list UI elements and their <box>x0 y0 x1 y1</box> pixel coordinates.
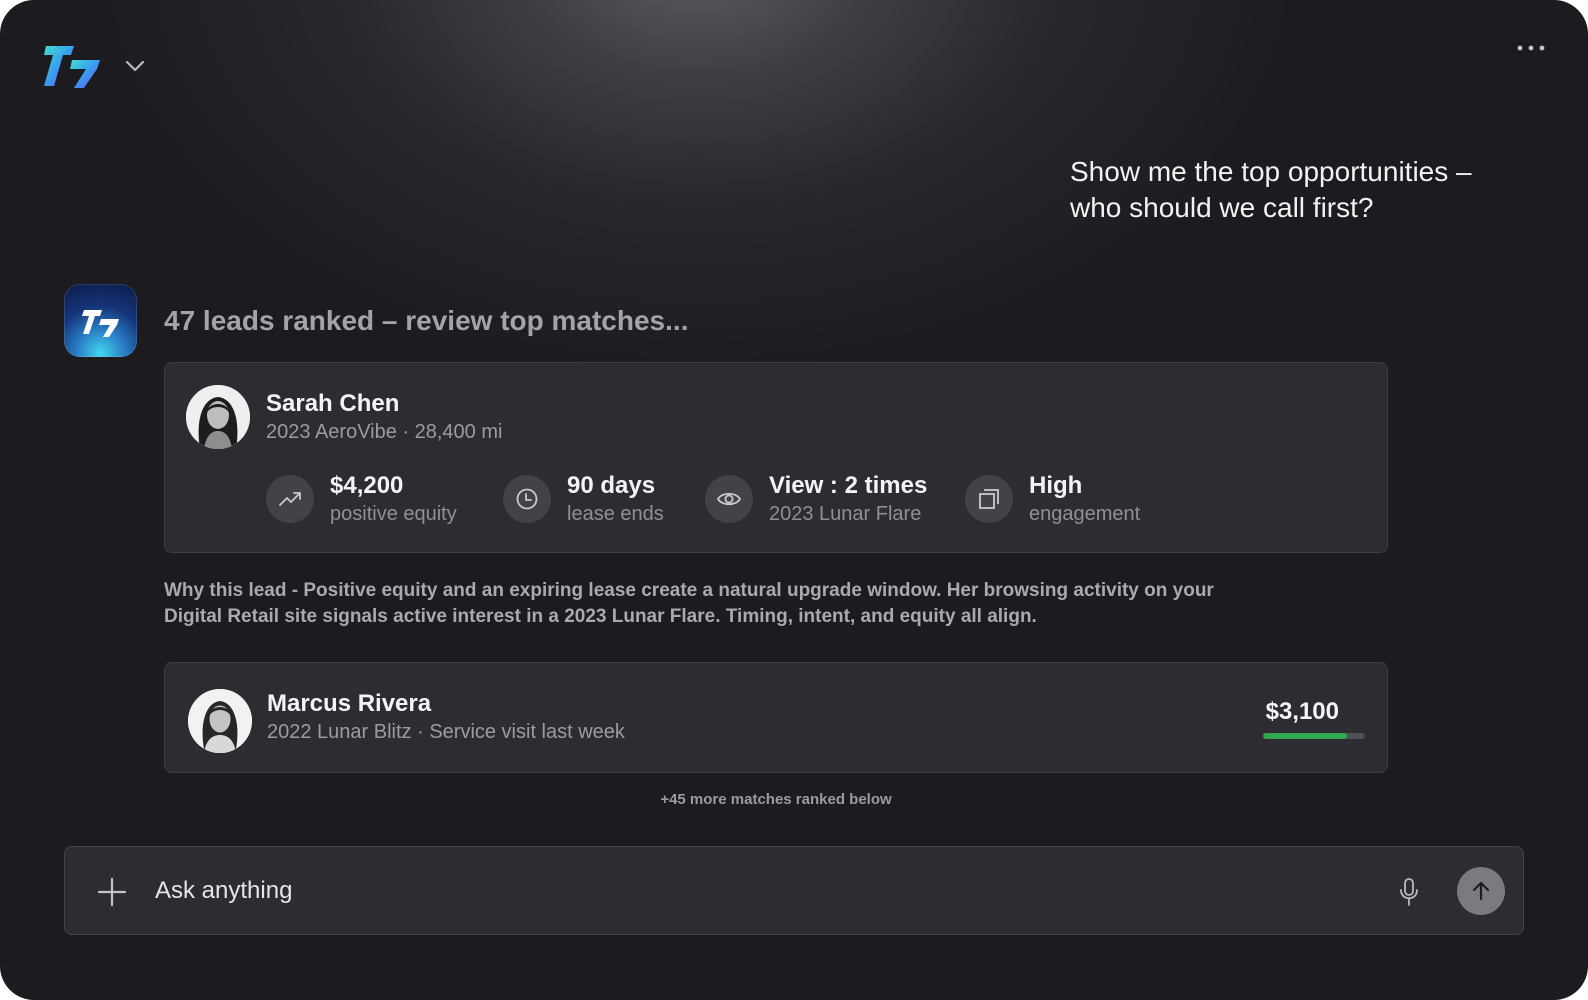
trending-up-icon <box>266 475 314 523</box>
plus-icon[interactable] <box>97 877 127 907</box>
more-matches-link[interactable]: +45 more matches ranked below <box>164 790 1388 810</box>
lead-explanation: Why this lead - Positive equity and an e… <box>164 580 1214 627</box>
chat-composer <box>64 846 1524 935</box>
metric-label: positive equity <box>330 503 457 525</box>
avatar <box>188 689 252 753</box>
eye-icon <box>705 475 753 523</box>
metric-views: View : 2 times 2023 Lunar Flare <box>705 472 945 525</box>
lead-card-sarah-chen[interactable]: Sarah Chen 2023 AeroVibe · 28,400 mi $4,… <box>164 362 1388 553</box>
metric-label: lease ends <box>567 503 664 525</box>
metric-engagement: High engagement <box>965 472 1165 525</box>
metric-lease: 90 days lease ends <box>503 472 683 525</box>
metric-value: 90 days <box>567 472 656 499</box>
assistant-avatar <box>64 284 137 357</box>
lead-card-marcus-rivera[interactable]: Marcus Rivera 2022 Lunar Blitz · Service… <box>164 662 1388 773</box>
metric-value: $4,200 <box>330 472 404 499</box>
response-heading: 47 leads ranked – review top matches... <box>164 305 689 336</box>
more-horizontal-icon[interactable] <box>1516 40 1546 56</box>
user-message: Show me the top opportunities – who shou… <box>1070 156 1472 223</box>
metric-label: 2023 Lunar Flare <box>769 503 922 525</box>
microphone-icon[interactable] <box>1398 877 1420 907</box>
ask-input[interactable] <box>155 871 1255 911</box>
metric-equity: $4,200 positive equity <box>266 472 476 525</box>
equity-progress-fill <box>1263 733 1347 739</box>
brand-logo-icon <box>82 310 119 337</box>
send-button[interactable] <box>1457 867 1505 915</box>
clock-icon <box>503 475 551 523</box>
app-window: Show me the top opportunities – who shou… <box>0 0 1588 1000</box>
lead-vehicle: 2022 Lunar Blitz · Service visit last we… <box>267 721 625 743</box>
equity-value: $3,100 <box>1265 698 1339 725</box>
avatar <box>186 385 250 449</box>
metric-label: engagement <box>1029 503 1141 525</box>
copy-icon <box>965 475 1013 523</box>
lead-vehicle: 2023 AeroVibe · 28,400 mi <box>266 421 503 443</box>
chevron-down-icon[interactable] <box>124 58 146 74</box>
equity-progress-bar <box>1263 733 1365 739</box>
brand-logo-icon[interactable] <box>44 42 102 90</box>
lead-name: Sarah Chen <box>266 390 400 417</box>
metric-value: High <box>1029 472 1083 499</box>
lead-name: Marcus Rivera <box>267 690 432 717</box>
metric-value: View : 2 times <box>769 472 928 499</box>
arrow-up-icon <box>1472 881 1490 901</box>
